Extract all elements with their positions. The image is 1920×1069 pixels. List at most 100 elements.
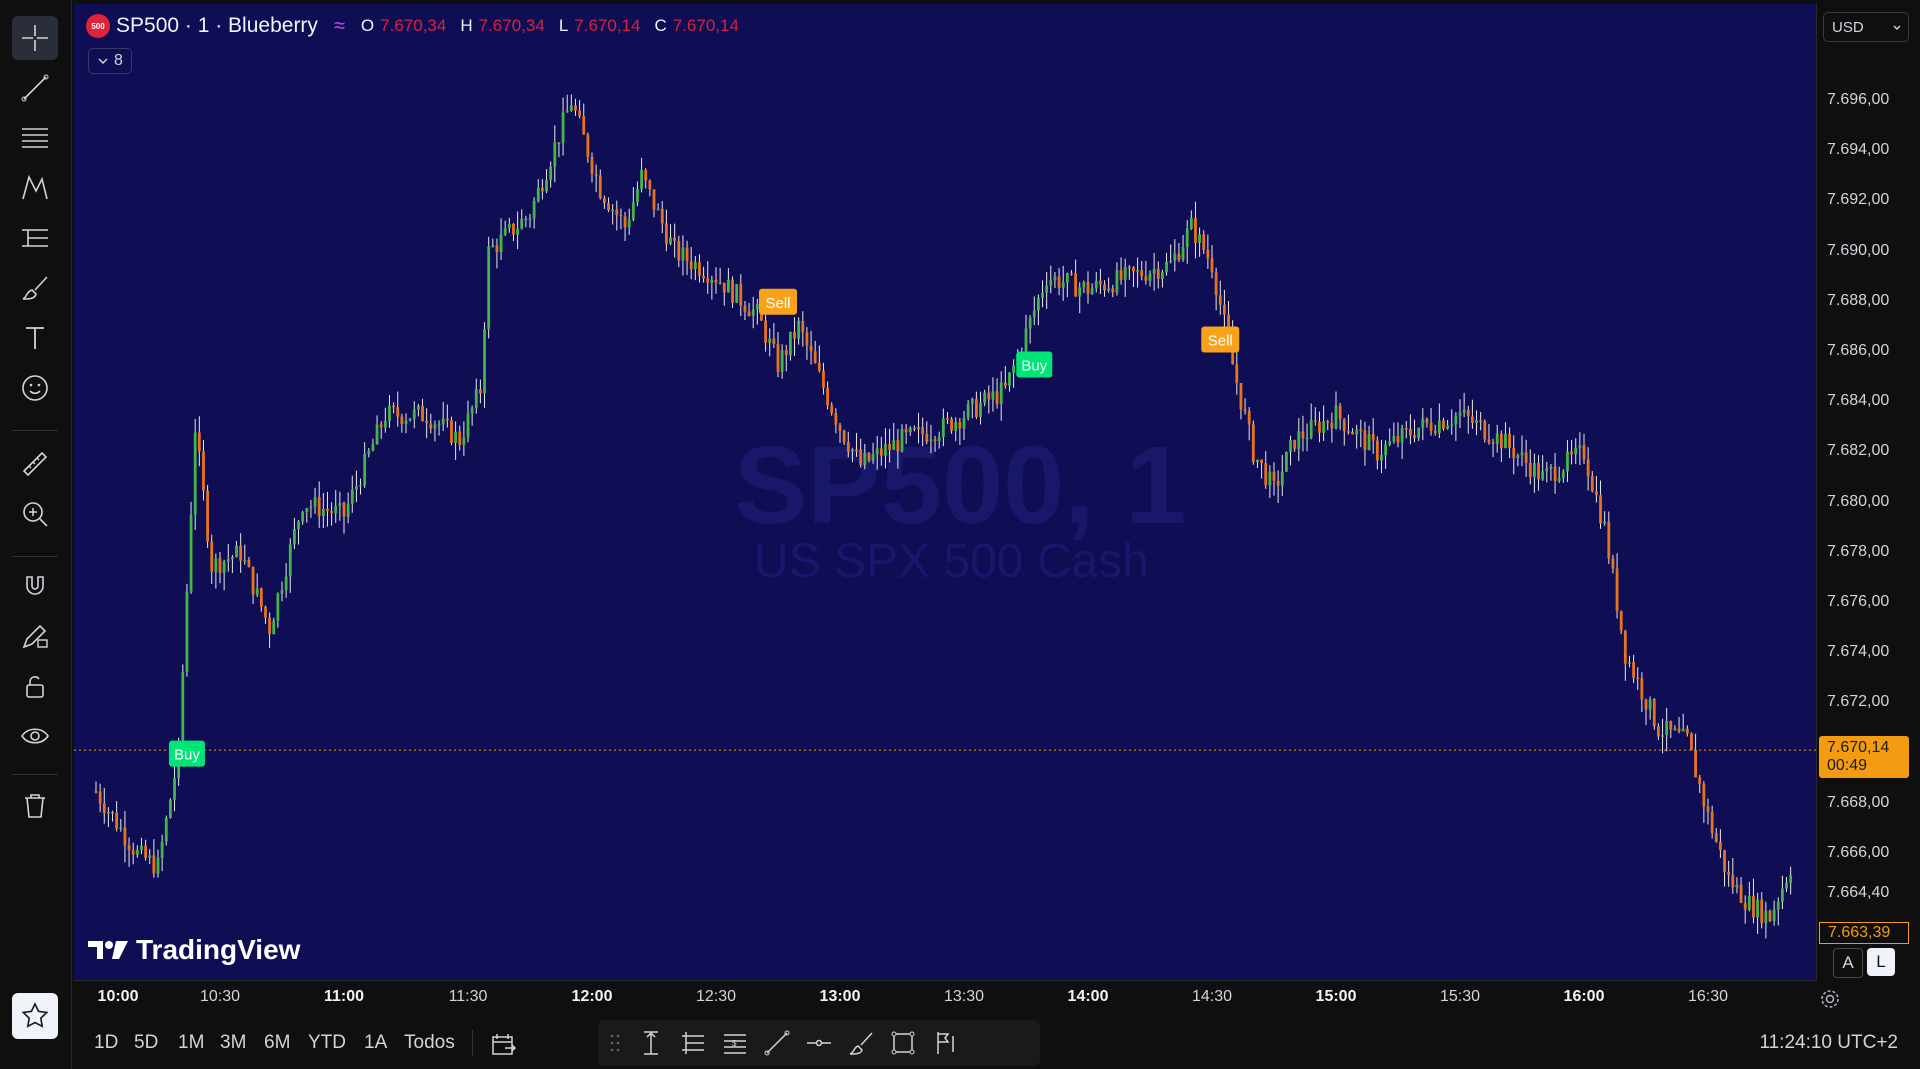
horizontal-ray-tool[interactable]	[802, 1026, 836, 1060]
candle	[301, 510, 305, 525]
candle	[202, 439, 205, 501]
candle	[1049, 265, 1053, 294]
candle	[1041, 280, 1044, 308]
trend-line-tool-button[interactable]	[12, 66, 58, 110]
candle	[1603, 511, 1607, 526]
favorites-button[interactable]	[12, 993, 58, 1039]
range-button-1d[interactable]: 1D	[94, 1032, 118, 1054]
svg-text:Buy: Buy	[1021, 358, 1047, 375]
candle	[859, 438, 863, 468]
range-button-3m[interactable]: 3M	[220, 1032, 246, 1054]
candle	[259, 587, 263, 612]
range-button-6m[interactable]: 6M	[264, 1032, 290, 1054]
candle	[731, 276, 734, 308]
stay-drawing-mode-button[interactable]	[12, 614, 58, 658]
candle	[925, 421, 929, 445]
fib-tool-button[interactable]	[12, 116, 58, 160]
buy-signal-label[interactable]: Buy	[1016, 351, 1053, 378]
price-tick-label: 7.694,00	[1827, 141, 1890, 159]
measure-tool-button[interactable]	[12, 442, 58, 486]
range-button-todos[interactable]: Todos	[404, 1032, 455, 1054]
rectangle-tool[interactable]	[886, 1026, 920, 1060]
time-axis[interactable]: 10:00 10:30 11:00 11:30 12:00 12:30 13:00 13:30…	[74, 980, 1839, 1016]
candle	[569, 94, 573, 112]
candle	[1471, 399, 1474, 429]
candle	[797, 317, 801, 345]
candle	[532, 197, 536, 229]
zoom-tool-button[interactable]	[12, 492, 58, 536]
range-button-5d[interactable]: 5D	[134, 1032, 158, 1054]
settings-gear-icon[interactable]	[1818, 987, 1842, 1011]
drag-handle-icon	[610, 1034, 620, 1052]
candle	[1743, 895, 1747, 924]
auto-scale-button[interactable]: A	[1833, 948, 1863, 978]
candle	[1156, 261, 1160, 289]
candlestick-chart[interactable]: Buy Sell Buy Sell	[74, 4, 1816, 980]
candle	[1425, 417, 1429, 428]
candle	[251, 566, 255, 604]
emoji-tool-button[interactable]	[12, 366, 58, 410]
range-button-1m[interactable]: 1M	[178, 1032, 204, 1054]
indicators-collapse-button[interactable]: 8	[88, 48, 132, 74]
candle	[1334, 391, 1338, 430]
remove-drawings-button[interactable]	[12, 784, 58, 828]
horizontal-lines-tool[interactable]	[676, 1026, 710, 1060]
log-scale-button[interactable]: L	[1867, 948, 1895, 976]
candle	[1082, 280, 1086, 293]
candle	[1347, 414, 1350, 435]
candle	[619, 208, 623, 230]
candle	[1202, 230, 1206, 254]
brush-tool-button[interactable]	[12, 266, 58, 310]
forecast-tool-button[interactable]	[12, 216, 58, 260]
time-tick-label: 13:30	[943, 988, 985, 1005]
candle	[1367, 425, 1371, 451]
candle	[433, 420, 437, 442]
calendar-goto-icon[interactable]	[488, 1029, 518, 1059]
long-position-tool[interactable]	[928, 1026, 962, 1060]
toolbar-drag-handle[interactable]	[598, 1026, 632, 1060]
hide-drawings-button[interactable]	[12, 714, 58, 758]
utc-clock[interactable]: 11:24:10 UTC+2	[1759, 1032, 1898, 1054]
candle	[1189, 210, 1193, 230]
tradingview-logo[interactable]: TradingView	[88, 934, 300, 966]
sell-signal-label[interactable]: Sell	[759, 288, 797, 315]
candle	[1694, 733, 1697, 778]
horizontal-lines-icon	[682, 1032, 704, 1054]
candle	[826, 381, 829, 410]
range-button-1a[interactable]: 1A	[364, 1032, 387, 1054]
lock-drawings-button[interactable]	[12, 664, 58, 708]
magnet-tool-button[interactable]	[12, 564, 58, 608]
candle	[363, 442, 367, 488]
vertical-range-tool[interactable]	[634, 1026, 668, 1060]
symbol-title[interactable]: SP500 · 1 · Blueberry	[116, 14, 318, 38]
candle	[412, 401, 416, 429]
currency-select[interactable]: USD	[1823, 12, 1909, 42]
candle	[371, 438, 375, 452]
candle	[1165, 252, 1168, 276]
candle	[1652, 698, 1656, 730]
brush-tool[interactable]	[844, 1026, 878, 1060]
candle	[528, 214, 532, 228]
candle	[962, 410, 966, 441]
text-tool-button[interactable]	[12, 316, 58, 360]
candle	[863, 443, 867, 470]
chart-pane[interactable]: SP500, 1 US SPX 500 Cash Buy Sell Buy Sell …	[74, 4, 1816, 980]
candle	[309, 499, 313, 518]
crosshair-tool-button[interactable]	[12, 16, 58, 60]
pattern-tool-button[interactable]	[12, 166, 58, 210]
buy-signal-label[interactable]: Buy	[168, 740, 205, 767]
candle	[1752, 878, 1755, 924]
line-tool[interactable]	[760, 1026, 794, 1060]
price-range-tool[interactable]: $	[718, 1026, 752, 1060]
candle	[429, 413, 433, 434]
candle	[1371, 418, 1375, 454]
candle	[867, 452, 871, 463]
sell-signal-label[interactable]: Sell	[1201, 326, 1240, 353]
unlock-icon	[26, 676, 44, 698]
candle	[1198, 227, 1201, 257]
price-axis[interactable]: USD 7.696,00 7.694,00 7.692,00 7.690,00 7.68…	[1816, 4, 1920, 980]
indicator-count: 8	[114, 52, 123, 69]
range-button-ytd[interactable]: YTD	[308, 1032, 346, 1054]
candle	[842, 429, 846, 445]
candle	[1206, 234, 1210, 269]
